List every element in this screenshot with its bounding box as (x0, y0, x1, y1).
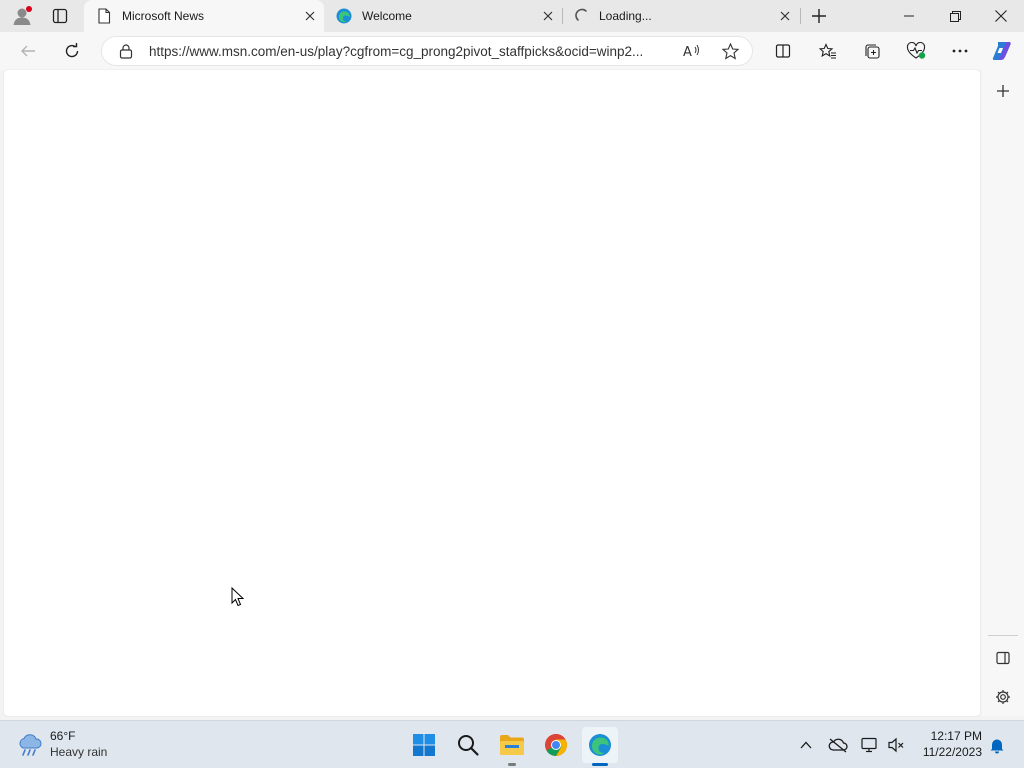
tab-title: Loading... (599, 9, 652, 23)
file-explorer-button[interactable] (494, 727, 530, 766)
restore-button[interactable] (932, 0, 978, 32)
weather-temperature: 66°F (50, 729, 76, 743)
edge-icon (336, 8, 352, 24)
onedrive-button[interactable] (826, 733, 850, 757)
close-window-button[interactable] (978, 0, 1024, 32)
gear-icon (996, 690, 1010, 704)
bell-icon (990, 739, 1004, 753)
sidebar-panel-icon (996, 651, 1010, 665)
tab-welcome[interactable]: Welcome (324, 0, 562, 32)
svg-text:A: A (683, 45, 692, 59)
clock-date: 11/22/2023 (922, 745, 982, 759)
page-icon (96, 8, 112, 24)
rain-cloud-icon (19, 734, 42, 756)
new-tab-button[interactable] (803, 0, 835, 32)
edge-sidebar (982, 70, 1024, 716)
hide-sidebar-button[interactable] (988, 643, 1018, 673)
refresh-icon (65, 43, 79, 58)
tab-title: Welcome (362, 9, 412, 23)
sidebar-settings-button[interactable] (988, 682, 1018, 712)
show-hidden-icons-button[interactable] (794, 733, 818, 757)
close-tab-icon[interactable] (777, 8, 793, 24)
folder-icon (500, 735, 524, 755)
close-icon (995, 10, 1007, 22)
close-tab-icon[interactable] (540, 8, 556, 24)
favorites-button[interactable] (812, 35, 844, 67)
search-icon (458, 735, 479, 756)
tab-actions-button[interactable] (44, 0, 76, 32)
sidebar-divider (988, 635, 1018, 636)
favorites-icon (819, 42, 836, 59)
split-screen-icon (775, 44, 791, 58)
weather-widget[interactable]: 66°F Heavy rain (14, 727, 124, 763)
edge-icon (589, 734, 611, 756)
speaker-muted-icon (888, 737, 904, 753)
windows-logo-icon (413, 734, 435, 756)
copilot-button[interactable] (986, 35, 1018, 67)
notifications-button[interactable] (985, 733, 1009, 757)
address-bar[interactable]: https://www.msn.com/en-us/play?cgfrom=cg… (101, 36, 753, 66)
loading-spinner-icon (575, 8, 591, 24)
tab-title: Microsoft News (122, 9, 205, 23)
copilot-icon (992, 42, 1011, 60)
profile-icon (13, 6, 32, 25)
tab-loading[interactable]: Loading... (563, 0, 799, 32)
chevron-up-icon (800, 741, 812, 749)
tab-separator (800, 8, 801, 24)
browser-essentials-button[interactable] (900, 35, 932, 67)
title-bar: Microsoft News Welcome Loading... (0, 0, 1024, 32)
split-screen-button[interactable] (767, 35, 799, 67)
tab-microsoft-news[interactable]: Microsoft News (84, 0, 324, 32)
active-indicator (592, 763, 608, 766)
more-options-icon (952, 49, 968, 53)
favorite-star-icon[interactable] (721, 42, 740, 63)
back-button[interactable] (12, 35, 44, 67)
tab-actions-icon (52, 8, 68, 24)
network-icon (861, 737, 877, 753)
taskbar: 66°F Heavy rain 12:17 PM 11/22/2023 (0, 720, 1024, 768)
profile-button[interactable] (6, 0, 38, 32)
plus-icon (997, 85, 1009, 97)
chrome-icon (545, 734, 567, 756)
search-button[interactable] (450, 727, 486, 763)
network-button[interactable] (858, 733, 882, 757)
close-tab-icon[interactable] (302, 8, 318, 24)
address-url: https://www.msn.com/en-us/play?cgfrom=cg… (149, 44, 644, 59)
refresh-button[interactable] (56, 35, 88, 67)
back-arrow-icon (21, 45, 35, 57)
clock-time: 12:17 PM (930, 729, 982, 743)
settings-more-button[interactable] (944, 35, 976, 67)
plus-icon (812, 9, 826, 23)
web-page-content[interactable] (4, 70, 980, 716)
read-aloud-icon[interactable]: A (683, 43, 701, 62)
chrome-button[interactable] (538, 727, 574, 763)
lock-icon[interactable] (119, 44, 133, 62)
volume-button[interactable] (884, 733, 908, 757)
cloud-offline-icon (828, 738, 848, 753)
minimize-button[interactable] (886, 0, 932, 32)
mouse-cursor-icon (231, 587, 245, 607)
start-button[interactable] (406, 727, 442, 763)
collections-icon (865, 43, 880, 59)
heart-pulse-icon (906, 42, 926, 59)
weather-condition: Heavy rain (50, 745, 108, 759)
minimize-icon (904, 15, 914, 17)
sidebar-add-button[interactable] (988, 76, 1018, 106)
edge-taskbar-button[interactable] (582, 727, 618, 766)
collections-button[interactable] (856, 35, 888, 67)
running-indicator (508, 763, 516, 766)
notification-dot-icon (26, 6, 32, 12)
clock-button[interactable]: 12:17 PM 11/22/2023 (914, 727, 984, 763)
restore-icon (949, 10, 961, 22)
